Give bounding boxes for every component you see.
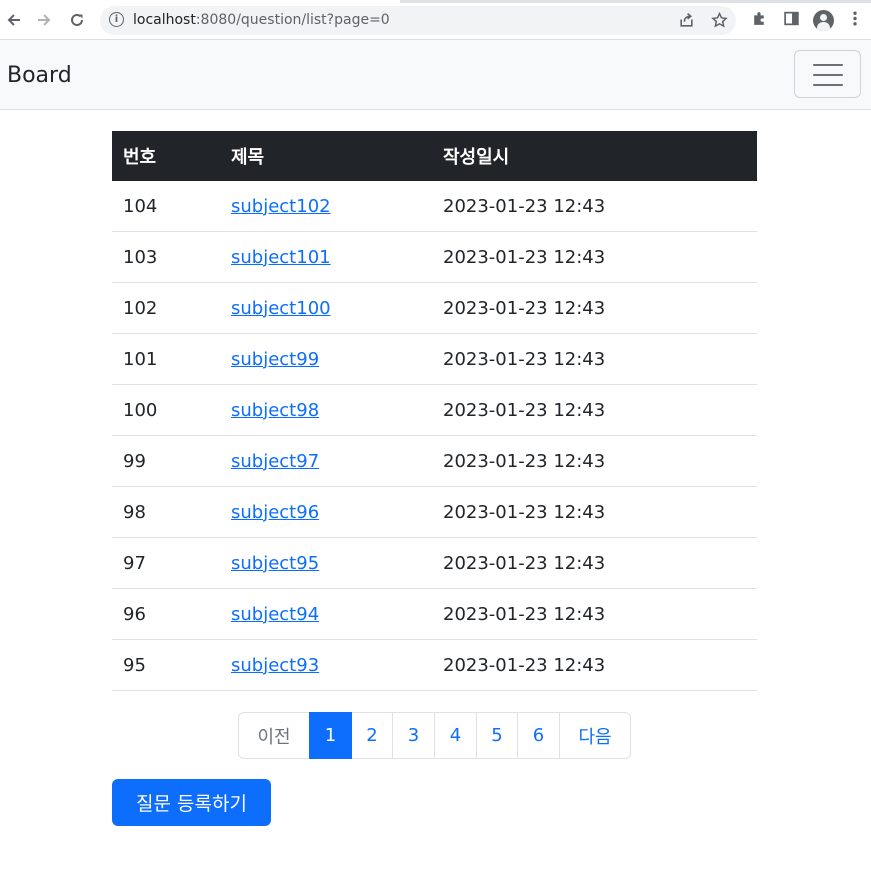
row-number: 98 <box>112 486 220 538</box>
row-subject-cell: subject102 <box>220 181 432 232</box>
table-row: 101 subject99 2023-01-23 12:43 <box>112 333 757 385</box>
table-body: 104 subject102 2023-01-23 12:43 103 subj… <box>112 181 757 691</box>
row-date: 2023-01-23 12:43 <box>432 231 757 283</box>
subject-link[interactable]: subject100 <box>231 298 331 319</box>
active-tab-edge <box>0 0 400 3</box>
row-subject-cell: subject101 <box>220 231 432 283</box>
question-table: 번호 제목 작성일시 104 subject102 2023-01-23 12:… <box>112 131 757 691</box>
url-host: localhost <box>133 12 196 28</box>
row-date: 2023-01-23 12:43 <box>432 333 757 385</box>
subject-link[interactable]: subject95 <box>231 553 319 574</box>
subject-link[interactable]: subject99 <box>231 349 319 370</box>
url-path: :8080/question/list?page=0 <box>195 12 390 28</box>
subject-link[interactable]: subject98 <box>231 400 319 421</box>
forward-arrow-icon[interactable] <box>33 9 55 31</box>
page-next-button[interactable]: 다음 <box>559 712 631 759</box>
subject-link[interactable]: subject97 <box>231 451 319 472</box>
page-button-4[interactable]: 4 <box>434 712 477 759</box>
address-bar[interactable]: i localhost:8080/question/list?page=0 <box>100 6 736 35</box>
row-date: 2023-01-23 12:43 <box>432 181 757 232</box>
navbar: Board <box>0 40 871 110</box>
row-date: 2023-01-23 12:43 <box>432 639 757 691</box>
page-button-1[interactable]: 1 <box>309 712 352 759</box>
subject-link[interactable]: subject102 <box>231 196 331 217</box>
row-subject-cell: subject94 <box>220 588 432 640</box>
row-subject-cell: subject100 <box>220 282 432 334</box>
row-subject-cell: subject95 <box>220 537 432 589</box>
subject-link[interactable]: subject96 <box>231 502 319 523</box>
avatar-body <box>817 22 830 31</box>
pagination: 이전 1 2 3 4 5 6 다음 <box>238 712 631 759</box>
row-subject-cell: subject96 <box>220 486 432 538</box>
table-row: 98 subject96 2023-01-23 12:43 <box>112 486 757 538</box>
table-row: 100 subject98 2023-01-23 12:43 <box>112 384 757 436</box>
row-date: 2023-01-23 12:43 <box>432 486 757 538</box>
site-info-icon[interactable]: i <box>109 12 124 27</box>
url-text[interactable]: localhost:8080/question/list?page=0 <box>133 6 390 35</box>
row-number: 99 <box>112 435 220 487</box>
profile-avatar-icon[interactable] <box>813 10 834 31</box>
subject-link[interactable]: subject94 <box>231 604 319 625</box>
table-row: 104 subject102 2023-01-23 12:43 <box>112 181 757 232</box>
avatar-head <box>820 14 827 21</box>
navbar-toggler-button[interactable] <box>794 50 861 98</box>
row-number: 97 <box>112 537 220 589</box>
row-subject-cell: subject97 <box>220 435 432 487</box>
header-number: 번호 <box>123 147 157 168</box>
hamburger-icon-line-2 <box>813 74 843 76</box>
page-button-2[interactable]: 2 <box>351 712 393 759</box>
row-number: 96 <box>112 588 220 640</box>
row-number: 95 <box>112 639 220 691</box>
page-button-6[interactable]: 6 <box>517 712 560 759</box>
side-panel-icon[interactable] <box>783 10 800 31</box>
hamburger-icon-line-3 <box>813 84 843 86</box>
row-number: 101 <box>112 333 220 385</box>
row-number: 104 <box>112 181 220 232</box>
create-question-button[interactable]: 질문 등록하기 <box>112 779 271 826</box>
row-subject-cell: subject98 <box>220 384 432 436</box>
kebab-menu-icon[interactable] <box>850 10 860 31</box>
table-row: 95 subject93 2023-01-23 12:43 <box>112 639 757 691</box>
row-number: 100 <box>112 384 220 436</box>
bookmark-star-icon[interactable] <box>711 11 728 33</box>
table-header-row: 번호 제목 작성일시 <box>112 131 757 181</box>
table-row: 96 subject94 2023-01-23 12:43 <box>112 588 757 640</box>
back-arrow-icon[interactable] <box>3 9 25 31</box>
page-button-3[interactable]: 3 <box>392 712 435 759</box>
row-date: 2023-01-23 12:43 <box>432 588 757 640</box>
header-subject: 제목 <box>231 147 265 168</box>
table-head: 번호 제목 작성일시 <box>112 131 757 181</box>
hamburger-icon-line-1 <box>813 64 843 66</box>
row-subject-cell: subject93 <box>220 639 432 691</box>
row-number: 103 <box>112 231 220 283</box>
navbar-brand[interactable]: Board <box>7 40 72 112</box>
row-subject-cell: subject99 <box>220 333 432 385</box>
table-row: 103 subject101 2023-01-23 12:43 <box>112 231 757 283</box>
page-prev-button[interactable]: 이전 <box>238 712 310 759</box>
page-button-5[interactable]: 5 <box>476 712 518 759</box>
table-row: 102 subject100 2023-01-23 12:43 <box>112 282 757 334</box>
subject-link[interactable]: subject93 <box>231 655 319 676</box>
header-created-at: 작성일시 <box>443 147 510 168</box>
row-date: 2023-01-23 12:43 <box>432 282 757 334</box>
row-date: 2023-01-23 12:43 <box>432 435 757 487</box>
browser-toolbar: i localhost:8080/question/list?page=0 <box>0 0 871 40</box>
share-icon[interactable] <box>678 12 695 33</box>
row-date: 2023-01-23 12:43 <box>432 537 757 589</box>
row-date: 2023-01-23 12:43 <box>432 384 757 436</box>
subject-link[interactable]: subject101 <box>231 247 331 268</box>
row-number: 102 <box>112 282 220 334</box>
table-row: 99 subject97 2023-01-23 12:43 <box>112 435 757 487</box>
extensions-puzzle-icon[interactable] <box>751 10 768 31</box>
table-row: 97 subject95 2023-01-23 12:43 <box>112 537 757 589</box>
reload-icon[interactable] <box>66 9 88 31</box>
